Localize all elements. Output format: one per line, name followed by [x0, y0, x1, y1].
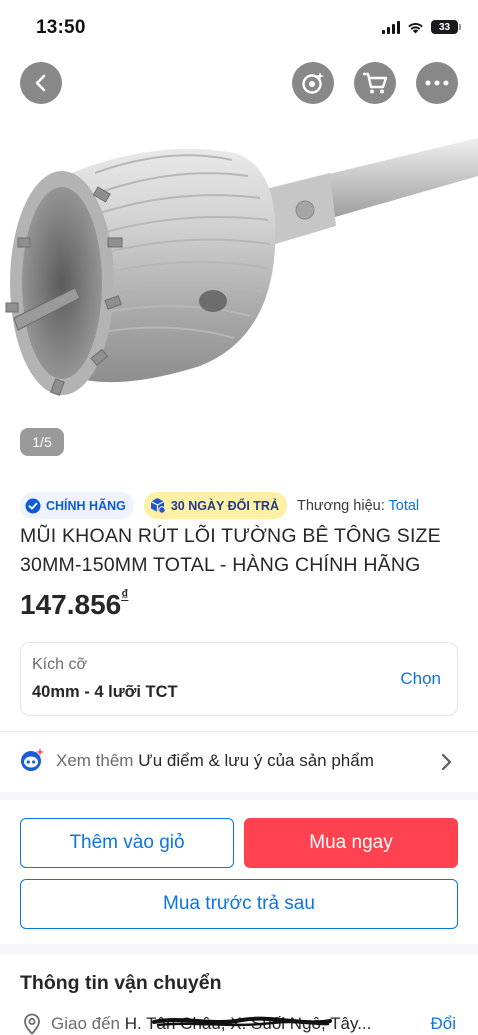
product-gallery[interactable]: 1/5 [0, 58, 478, 478]
product-image [5, 138, 478, 396]
verified-check-icon [25, 498, 41, 513]
more-dots-icon [425, 80, 449, 86]
badges-row: CHÍNH HÃNG 30 NGÀY ĐỔI TRẢ Thương hiệu: … [20, 492, 419, 519]
ai-assistant-button[interactable] [292, 62, 334, 104]
official-badge: CHÍNH HÃNG [20, 492, 134, 519]
product-title: MŨI KHOAN RÚT LÕI TƯỜNG BÊ TÔNG SIZE 30M… [20, 525, 441, 576]
more-options-button[interactable] [416, 62, 458, 104]
battery-icon: 33 [431, 20, 461, 34]
return-badge-label: 30 NGÀY ĐỔI TRẢ [170, 498, 279, 513]
variant-selector[interactable]: Kích cỡ 40mm - 4 lưỡi TCT Chọn [20, 642, 458, 716]
status-icons: 33 [382, 20, 461, 34]
cart-button[interactable] [354, 62, 396, 104]
deliver-prefix: Giao đến [51, 1014, 125, 1033]
notes-prefix: Xem thêm [56, 751, 139, 770]
location-pin-icon [24, 1013, 40, 1035]
wifi-icon [408, 22, 423, 33]
redaction-scribble [152, 1016, 332, 1027]
chevron-right-icon [441, 753, 452, 771]
signal-icon [382, 20, 400, 34]
product-notes-row[interactable]: Xem thêm Ưu điểm & lưu ý của sản phẩm [0, 742, 478, 782]
choose-variant-link[interactable]: Chọn [400, 669, 441, 689]
official-badge-label: CHÍNH HÃNG [46, 498, 126, 513]
variant-label: Kích cỡ [32, 656, 87, 673]
section-gap [0, 792, 478, 800]
change-address-link[interactable]: Đổi [430, 1014, 456, 1034]
brand-line: Thương hiệu: Total [297, 498, 419, 514]
add-to-cart-button[interactable]: Thêm vào giỏ [20, 818, 234, 868]
return-badge: 30 NGÀY ĐỔI TRẢ [143, 492, 287, 519]
section-gap [0, 944, 478, 954]
buy-now-button[interactable]: Mua ngay [244, 818, 458, 868]
status-bar: 13:50 33 [0, 0, 478, 58]
brand-prefix: Thương hiệu: [296, 497, 389, 514]
divider [0, 731, 478, 732]
status-time: 13:50 [36, 17, 86, 38]
notes-label: Ưu điểm & lưu ý của sản phẩm [138, 751, 374, 770]
buy-now-pay-later-button[interactable]: Mua trước trả sau [20, 879, 458, 929]
cart-icon [362, 72, 388, 94]
product-notes-text: Xem thêm Ưu điểm & lưu ý của sản phẩm [56, 751, 374, 771]
chevron-left-icon [35, 74, 46, 92]
brand-link[interactable]: Total [389, 498, 420, 514]
ai-bot-icon [21, 748, 44, 771]
ai-sparkle-icon [302, 72, 324, 94]
back-button[interactable] [20, 62, 62, 104]
box-return-icon [150, 498, 166, 514]
product-price: 147.856₫ [20, 585, 129, 621]
currency-symbol: ₫ [121, 585, 129, 602]
price-value: 147.856 [20, 589, 122, 620]
shipping-title: Thông tin vận chuyển [20, 972, 222, 994]
variant-value: 40mm - 4 lưỡi TCT [32, 683, 178, 701]
image-counter: 1/5 [20, 428, 64, 456]
